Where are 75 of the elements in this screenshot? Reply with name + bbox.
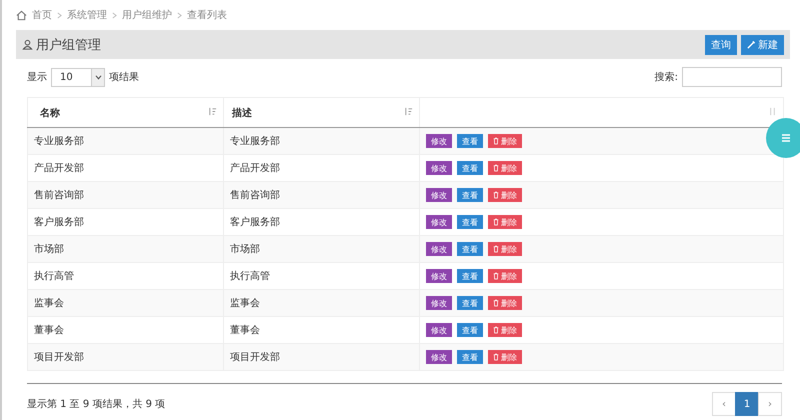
table-cell: 专业服务部	[224, 128, 420, 154]
edit-button[interactable]: 修改	[426, 242, 452, 256]
edit-button[interactable]: 修改	[426, 188, 452, 202]
page-title: 用户组管理	[36, 36, 101, 54]
view-button[interactable]: 查看	[457, 188, 483, 202]
trash-icon	[493, 245, 499, 253]
trash-icon	[493, 164, 499, 172]
delete-button[interactable]: 删除	[488, 242, 522, 256]
table-cell: 项目开发部	[28, 344, 224, 370]
trash-icon	[493, 299, 499, 307]
edit-button[interactable]: 修改	[426, 215, 452, 229]
table-cell: 监事会	[28, 290, 224, 316]
trash-icon	[493, 137, 499, 145]
delete-button[interactable]: 删除	[488, 188, 522, 202]
results-info: 显示第 1 至 9 项结果，共 9 项	[27, 398, 166, 411]
chevron-icon	[112, 12, 117, 18]
edit-button[interactable]: 修改	[426, 134, 452, 148]
sort-icon	[208, 107, 217, 116]
delete-button[interactable]: 删除	[488, 215, 522, 229]
view-button[interactable]: 查看	[457, 323, 483, 337]
view-button[interactable]: 查看	[457, 269, 483, 283]
edit-button[interactable]: 修改	[426, 161, 452, 175]
trash-icon	[493, 218, 499, 226]
sort-icon	[768, 107, 777, 116]
view-button[interactable]: 查看	[457, 242, 483, 256]
page-size-select[interactable]: 10	[51, 68, 105, 86]
page-button[interactable]: 1	[735, 392, 759, 416]
column-header[interactable]: 名称	[28, 98, 224, 128]
edit-button[interactable]: 修改	[426, 323, 452, 337]
menu-button[interactable]	[766, 118, 800, 158]
trash-icon	[493, 191, 499, 199]
caret-icon	[94, 74, 102, 80]
view-button[interactable]: 查看	[457, 350, 483, 364]
delete-button[interactable]: 删除	[488, 350, 522, 364]
chevron-icon	[57, 12, 62, 18]
edit-button[interactable]: 修改	[426, 269, 452, 283]
edit-button[interactable]: 修改	[426, 296, 452, 310]
trash-icon	[493, 272, 499, 280]
new-button[interactable]: 新建	[741, 34, 784, 54]
table-cell: 监事会	[224, 290, 420, 316]
trash-icon	[493, 326, 499, 334]
delete-button[interactable]: 删除	[488, 161, 522, 175]
column-header[interactable]: 描述	[224, 98, 420, 128]
search-label: 搜索:	[654, 70, 678, 84]
sort-icon	[404, 107, 413, 116]
delete-button[interactable]: 删除	[488, 296, 522, 310]
delete-button[interactable]: 删除	[488, 134, 522, 148]
trash-icon	[493, 353, 499, 361]
edit-button[interactable]: 修改	[426, 350, 452, 364]
chevron-icon	[177, 12, 182, 18]
view-button[interactable]: 查看	[457, 296, 483, 310]
results-label: 项结果	[109, 70, 139, 84]
menu-icon	[780, 132, 792, 144]
breadcrumb-link[interactable]: 用户组维护	[122, 8, 172, 22]
search-field[interactable]	[682, 67, 782, 87]
table-cell: 售前咨询部	[28, 182, 224, 208]
table-cell: 市场部	[224, 236, 420, 262]
user-icon	[22, 39, 33, 50]
delete-button[interactable]: 删除	[488, 323, 522, 337]
home-icon	[16, 10, 27, 20]
next-page-button[interactable]: ›	[758, 392, 782, 416]
query-button[interactable]: 查询	[705, 34, 737, 54]
pencil-icon	[747, 40, 756, 49]
breadcrumb-link[interactable]: 系统管理	[67, 8, 107, 22]
delete-button[interactable]: 删除	[488, 269, 522, 283]
table-cell: 项目开发部	[224, 344, 420, 370]
table-cell: 售前咨询部	[224, 182, 420, 208]
table-cell: 市场部	[28, 236, 224, 262]
breadcrumb-link[interactable]: 首页	[32, 8, 52, 22]
show-label: 显示	[27, 71, 47, 84]
table-cell: 专业服务部	[28, 128, 224, 154]
view-button[interactable]: 查看	[457, 215, 483, 229]
view-button[interactable]: 查看	[457, 134, 483, 148]
view-button[interactable]: 查看	[457, 161, 483, 175]
breadcrumb-link[interactable]: 查看列表	[187, 8, 227, 22]
